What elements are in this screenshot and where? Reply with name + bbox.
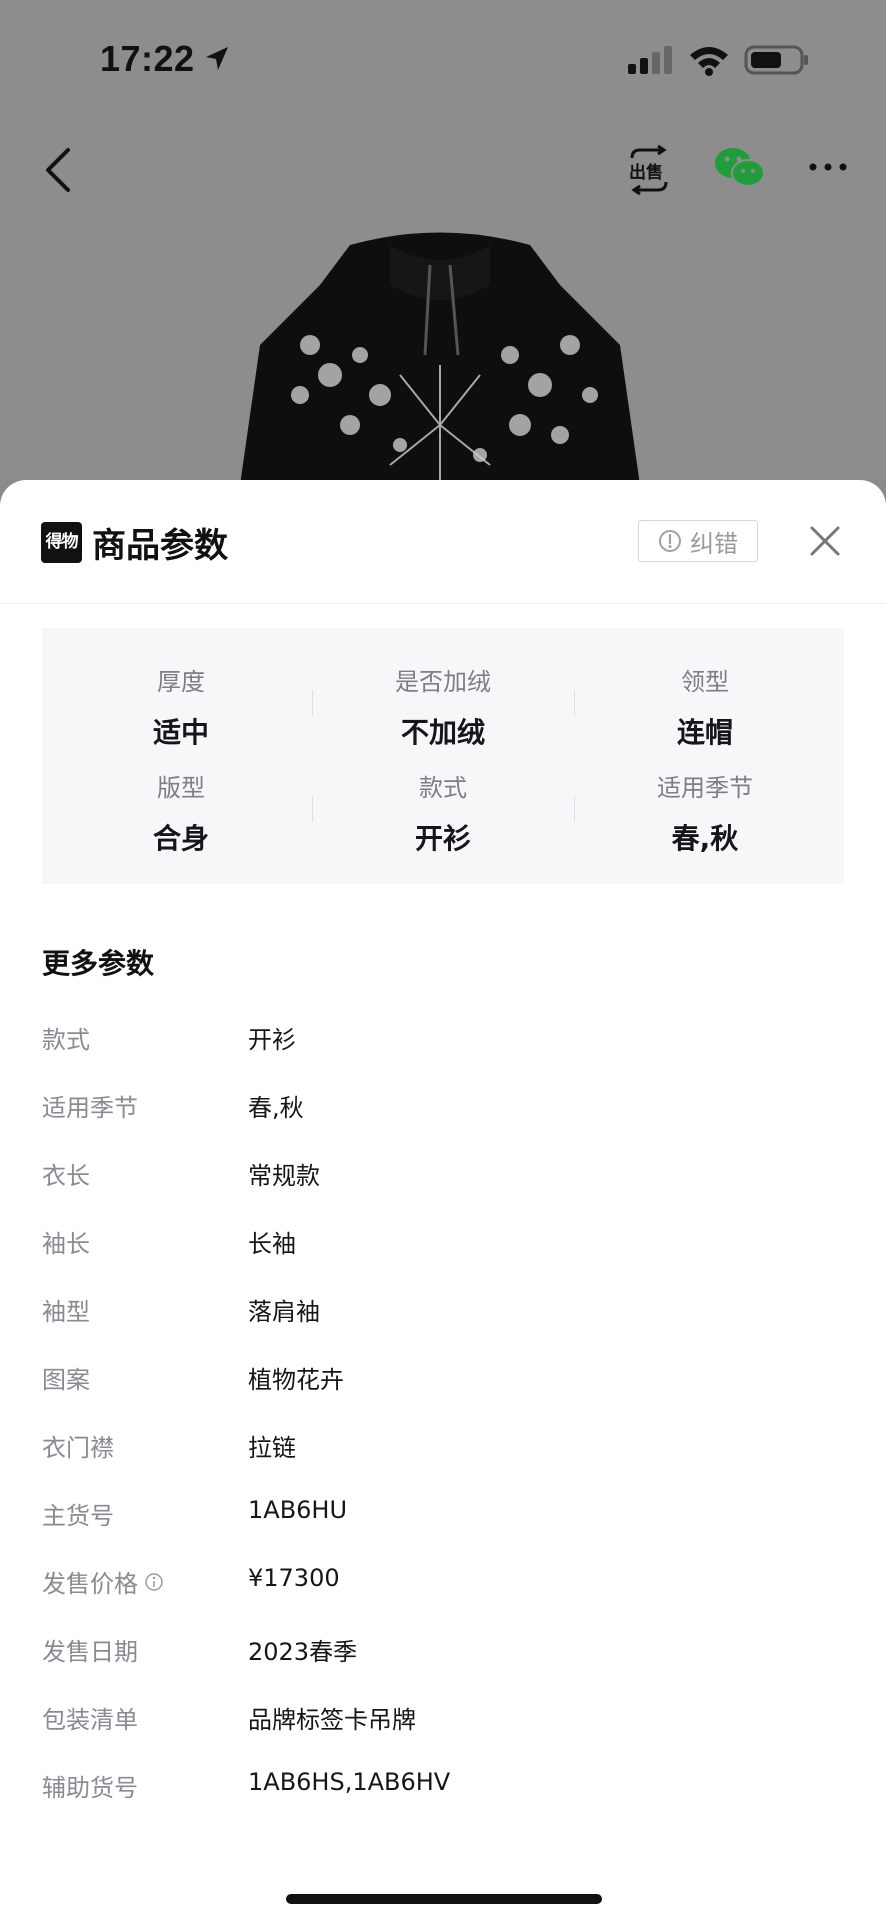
alert-circle-icon — [659, 530, 681, 552]
param-item: 版型 合身 — [50, 768, 312, 857]
more-params-list: 款式 开衫 适用季节 春,秋 衣长 常规款 袖长 长袖 袖型 落肩袖 图案 植物… — [42, 1020, 842, 1836]
param-key: 袖型 — [42, 1298, 90, 1326]
list-item: 衣长 常规款 — [42, 1156, 842, 1224]
param-value: 合身 — [152, 822, 209, 855]
param-value: 常规款 — [248, 1162, 320, 1190]
param-value: 不加绒 — [400, 716, 485, 749]
list-item: 发售价格 ¥17300 — [42, 1564, 842, 1632]
param-value: 春,秋 — [671, 822, 739, 855]
key-params-card: 厚度 适中 是否加绒 不加绒 领型 连帽 版型 合身 款式 开衫 适用季节 春,… — [42, 628, 844, 884]
param-value: 连帽 — [676, 716, 733, 749]
param-key: 衣门襟 — [42, 1434, 114, 1462]
battery-icon — [744, 45, 808, 75]
nav-bar: 出售 — [0, 130, 886, 210]
brand-logo-icon: 得物 — [41, 522, 82, 563]
param-key: 适用季节 — [42, 1094, 138, 1122]
more-params-title: 更多参数 — [42, 947, 155, 980]
list-item: 衣门襟 拉链 — [42, 1428, 842, 1496]
list-item: 袖型 落肩袖 — [42, 1292, 842, 1360]
param-key: 主货号 — [42, 1502, 114, 1530]
list-item: 主货号 1AB6HU — [42, 1496, 842, 1564]
cellular-signal-icon — [628, 46, 672, 74]
param-value: 1AB6HU — [248, 1496, 348, 1524]
param-value: 开衫 — [248, 1026, 296, 1054]
param-item: 厚度 适中 — [50, 662, 312, 751]
status-bar: 17:22 — [0, 0, 886, 120]
param-value: ¥17300 — [248, 1564, 340, 1592]
report-error-button[interactable]: 纠错 — [638, 520, 758, 562]
param-value: 春,秋 — [248, 1094, 304, 1122]
status-time: 17:22 — [100, 38, 195, 79]
param-key: 图案 — [42, 1366, 90, 1394]
param-label: 款式 — [419, 774, 467, 802]
param-label: 领型 — [681, 668, 729, 696]
param-value: 植物花卉 — [248, 1366, 344, 1394]
wechat-icon[interactable] — [714, 146, 766, 190]
param-key: 袖长 — [42, 1230, 90, 1258]
param-item: 领型 连帽 — [574, 662, 836, 751]
home-indicator — [286, 1894, 602, 1904]
param-item: 款式 开衫 — [312, 768, 574, 857]
param-label: 厚度 — [157, 668, 205, 696]
param-key: 辅助货号 — [42, 1774, 138, 1802]
more-options-icon[interactable] — [808, 162, 848, 172]
param-item: 适用季节 春,秋 — [574, 768, 836, 857]
close-icon[interactable] — [808, 524, 842, 558]
list-item: 发售日期 2023春季 — [42, 1632, 842, 1700]
param-label: 适用季节 — [657, 774, 753, 802]
param-key: 款式 — [42, 1026, 90, 1054]
sheet-header: 得物 商品参数 纠错 — [0, 480, 886, 604]
param-key: 发售价格 — [42, 1570, 138, 1598]
param-item: 是否加绒 不加绒 — [312, 662, 574, 751]
report-error-label: 纠错 — [690, 529, 738, 558]
param-key: 包装清单 — [42, 1706, 138, 1734]
product-params-sheet: 得物 商品参数 纠错 厚度 适中 是否加绒 不加绒 领型 连帽 版型 合身 款式… — [0, 480, 886, 1920]
param-key: 衣长 — [42, 1162, 90, 1190]
product-image — [240, 232, 640, 480]
param-value: 1AB6HS,1AB6HV — [248, 1768, 451, 1796]
param-value: 拉链 — [248, 1434, 296, 1462]
param-label: 版型 — [157, 774, 205, 802]
sheet-title: 商品参数 — [92, 526, 228, 566]
param-value: 落肩袖 — [248, 1298, 320, 1326]
wifi-icon — [690, 47, 728, 76]
list-item: 包装清单 品牌标签卡吊牌 — [42, 1700, 842, 1768]
param-value: 开衫 — [414, 822, 471, 855]
background-product-page: 17:22 出售 — [0, 0, 886, 480]
svg-text:出售: 出售 — [629, 162, 663, 183]
list-item: 适用季节 春,秋 — [42, 1088, 842, 1156]
param-value: 适中 — [152, 716, 209, 749]
back-arrow-icon[interactable] — [40, 144, 76, 196]
location-arrow-icon — [206, 47, 228, 70]
list-item: 辅助货号 1AB6HS,1AB6HV — [42, 1768, 842, 1836]
list-item: 袖长 长袖 — [42, 1224, 842, 1292]
info-icon[interactable] — [144, 1572, 164, 1592]
list-item: 款式 开衫 — [42, 1020, 842, 1088]
param-value: 2023春季 — [248, 1638, 358, 1666]
param-key: 发售日期 — [42, 1638, 138, 1666]
param-key-with-info: 发售价格 — [42, 1564, 164, 1599]
param-value: 品牌标签卡吊牌 — [248, 1706, 416, 1734]
param-label: 是否加绒 — [395, 668, 491, 696]
list-item: 图案 植物花卉 — [42, 1360, 842, 1428]
param-value: 长袖 — [248, 1230, 296, 1258]
sell-icon[interactable]: 出售 — [626, 144, 672, 196]
